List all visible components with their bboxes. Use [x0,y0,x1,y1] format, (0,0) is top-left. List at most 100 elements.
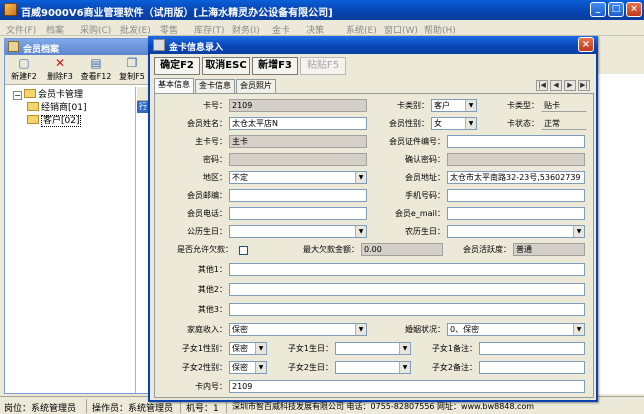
card-status-label: 卡状态： [507,119,539,128]
inner-card-no-field[interactable]: 2109 [229,380,585,393]
child2-gender-select[interactable]: 保密 ▼ [229,361,267,374]
child2-gender-label: 子女2性别： [181,363,227,372]
menu-help[interactable]: 帮助(H) [424,23,456,36]
new-button[interactable]: ▢ 新建F2 [7,56,41,84]
birthday-label: 公历生日： [187,227,227,236]
member-archive-title-bar: 会员档案 [5,39,163,55]
basic-info-panel: 卡号： 2109 卡类别： 客户 ▼ 卡类型： 贴卡 会员姓名： 太仓太平店N 会… [154,93,594,398]
card-status-value: 正常 [541,117,587,130]
main-card-field[interactable]: 主卡 [229,135,367,148]
menu-inventory[interactable]: 库存(T) [194,23,225,36]
address-label: 会员地址： [405,173,445,182]
last-record-button[interactable]: ▶| [578,80,590,91]
next-record-button[interactable]: ▶ [564,80,576,91]
income-label: 家庭收入： [187,325,227,334]
chevron-down-icon: ▼ [255,343,266,354]
menu-gold-card[interactable]: 金卡 [272,23,290,36]
marital-select[interactable]: 0、保密 ▼ [447,323,585,336]
dialog-title: 金卡信息录入 [169,43,224,53]
first-record-button[interactable]: |◀ [536,80,548,91]
menu-finance[interactable]: 财务(I) [232,23,260,36]
activity-label: 会员活跃度： [463,245,511,254]
tab-basic-info[interactable]: 基本信息 [154,78,194,94]
mobile-field[interactable] [447,189,585,202]
member-archive-title: 会员档案 [23,45,60,55]
tree-root[interactable]: − 会员卡管理 [13,89,83,101]
max-debt-field[interactable]: 0.00 [361,243,443,256]
other3-label: 其他3： [197,305,227,314]
tree-item-customer[interactable]: 客户[02] [27,115,82,127]
zip-field[interactable] [229,189,367,202]
child1-note-label: 子女1备注： [431,344,477,353]
email-label: 会员e_mail： [394,209,445,218]
cancel-button[interactable]: 取消ESC [202,57,250,75]
card-no-field[interactable]: 2109 [229,99,367,112]
id-no-field[interactable] [447,135,585,148]
region-select[interactable]: 不定 ▼ [229,171,367,184]
region-label: 地区： [203,173,227,182]
chevron-down-icon: ▼ [255,362,266,373]
lunar-birthday-label: 农历生日： [405,227,445,236]
other3-field[interactable] [229,303,585,316]
menu-system[interactable]: 系统(E) [346,23,377,36]
menu-decision[interactable]: 决策 [306,23,324,36]
status-position: 岗位：系统管理员 [4,404,77,414]
allow-debt-checkbox[interactable] [239,246,248,255]
child1-note-field[interactable] [479,342,585,355]
chevron-down-icon: ▼ [573,226,584,237]
gender-label: 会员性别： [389,119,429,128]
menu-window[interactable]: 窗口(W) [384,23,418,36]
menu-wholesale[interactable]: 批发(E) [120,23,151,36]
app-title: 百威9000V6商业管理软件（试用版）[上海水精灵办公设备有限公司] [21,8,333,19]
birthday-select[interactable]: ▼ [229,225,367,238]
main-card-label: 主卡号： [195,137,227,146]
password-field[interactable] [229,153,367,166]
delete-button[interactable]: ✕ 删除F3 [43,56,77,84]
paste-button[interactable]: 粘贴F5 [300,57,346,75]
delete-icon: ✕ [54,56,66,70]
chevron-down-icon: ▼ [399,362,410,373]
app-close-button[interactable]: × [626,2,642,17]
copy-button[interactable]: ❐ 复制F5 [115,56,149,84]
app-title-bar: 百威9000V6商业管理软件（试用版）[上海水精灵办公设备有限公司] _ □ × [0,0,644,20]
income-select[interactable]: 保密 ▼ [229,323,367,336]
confirm-button[interactable]: 确定F2 [154,57,200,75]
maximize-button[interactable]: □ [608,2,624,17]
prev-record-button[interactable]: ◀ [550,80,562,91]
view-icon: ▤ [90,56,102,70]
email-field[interactable] [447,207,585,220]
other1-field[interactable] [229,263,585,276]
child1-birthday-select[interactable]: ▼ [335,342,411,355]
menu-retail[interactable]: 零售 [160,23,178,36]
tree-item-dealer[interactable]: 经销商[01] [27,102,86,114]
confirm-password-field[interactable] [447,153,585,166]
view-button[interactable]: ▤ 查看F12 [79,56,113,84]
card-type-label: 卡类型： [507,101,539,110]
minimize-button[interactable]: _ [590,2,606,17]
child2-birthday-label: 子女2生日： [287,363,333,372]
gender-select[interactable]: 女 ▼ [431,117,477,130]
menu-archive[interactable]: 档案 [46,23,64,36]
menu-purchase[interactable]: 采购(C) [80,23,111,36]
lunar-birthday-select[interactable]: ▼ [447,225,585,238]
child2-birthday-select[interactable]: ▼ [335,361,411,374]
add-button[interactable]: 新增F3 [252,57,298,75]
app-logo-icon [4,3,17,16]
tab-member-photo[interactable]: 会员照片 [236,79,276,93]
member-card-tree: − 会员卡管理 经销商[01] 客户[02] [5,87,136,393]
address-field[interactable]: 太仓市太平南路32-23号,53602739 [447,171,585,184]
other2-field[interactable] [229,283,585,296]
status-machine: 机号：1 [186,404,219,414]
child2-note-field[interactable] [479,361,585,374]
tab-gold-card-info[interactable]: 金卡信息 [195,79,235,93]
card-category-select[interactable]: 客户 ▼ [431,99,477,112]
copy-icon: ❐ [126,56,138,70]
activity-field[interactable]: 普通 [513,243,585,256]
phone-field[interactable] [229,207,367,220]
dialog-close-button[interactable]: × [578,37,594,52]
menu-file[interactable]: 文件(F) [6,23,36,36]
child1-gender-select[interactable]: 保密 ▼ [229,342,267,355]
member-name-field[interactable]: 太仓太平店N [229,117,367,130]
collapse-icon[interactable]: − [13,91,22,100]
zip-label: 会员邮编： [187,191,227,200]
